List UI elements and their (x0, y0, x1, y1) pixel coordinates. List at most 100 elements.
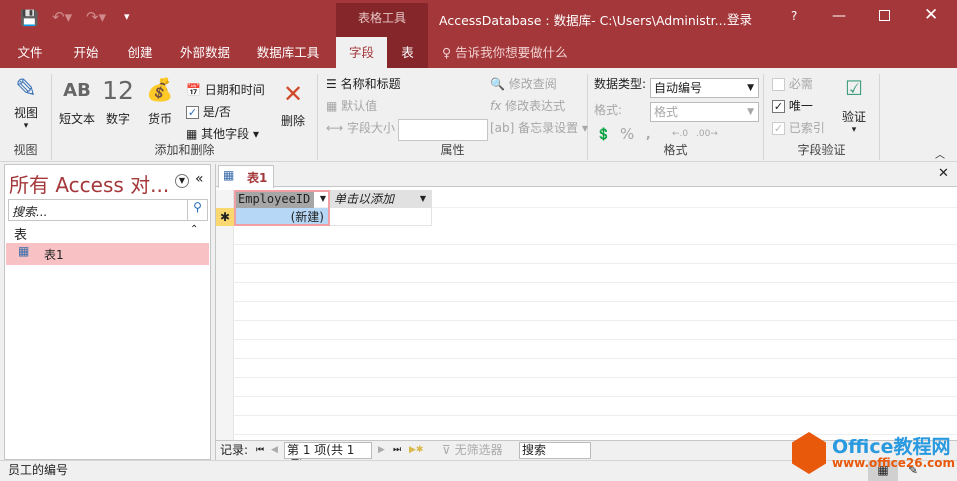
navigation-pane: 所有 Access 对... ▼ « 搜索... ⚲ 表 ⌃ ▦ 表1 (4, 164, 211, 460)
modify-expression-button[interactable]: fx 修改表达式 (490, 96, 565, 116)
group-collapse-icon[interactable]: ⌃ (190, 224, 198, 235)
tab-label: 表1 (247, 171, 268, 185)
row-selector-column (216, 190, 234, 440)
employeeid-column[interactable]: EmployeeID ▼ (新建) (234, 190, 330, 226)
nav-item-label: 表1 (44, 248, 64, 262)
document-tab-table1[interactable]: ▦ 表1 (218, 165, 274, 188)
indexed-checkbox[interactable]: ✓ 已索引 (772, 118, 825, 138)
search-icon[interactable]: ⚲ (187, 200, 207, 220)
view-label: 视图 (13, 106, 38, 120)
yes-no-button[interactable]: ✓ 是/否 (186, 102, 231, 122)
tab-file[interactable]: 文件 (8, 37, 52, 68)
validation-icon: ☑ (845, 76, 863, 100)
group-validation: 必需 ✓ 唯一 ✓ 已索引 ☑ 验证 ▾ 字段验证 (764, 74, 880, 160)
context-tab-label: 表格工具 (336, 3, 428, 37)
window-title: AccessDatabase : 数据库- C:\Users\Administr… (439, 13, 727, 28)
delete-icon: ✕ (282, 80, 304, 108)
modify-lookups-button[interactable]: 🔍 修改查阅 (490, 74, 557, 94)
memo-icon: [ab] (490, 121, 515, 135)
maximize-button[interactable] (879, 10, 890, 21)
required-checkbox[interactable]: 必需 (772, 74, 813, 94)
first-record-icon[interactable]: ⏮ (256, 441, 264, 459)
close-document-icon[interactable]: ✕ (938, 166, 949, 181)
search-input[interactable]: 搜索... (12, 203, 47, 220)
save-icon[interactable]: 💾 (20, 9, 39, 27)
format-label: 格式: (594, 103, 623, 117)
calendar-icon: 📅 (186, 83, 201, 97)
date-time-button[interactable]: 📅 日期和时间 (186, 80, 265, 100)
tab-table[interactable]: 表 (387, 37, 428, 68)
group-label: 格式 (663, 143, 688, 157)
record-label: 记录: (220, 443, 249, 457)
tab-database-tools[interactable]: 数据库工具 (252, 37, 324, 68)
collapse-ribbon-icon[interactable]: ︿ (935, 146, 945, 161)
tab-external-data[interactable]: 外部数据 (175, 37, 235, 68)
tab-fields[interactable]: 字段 (336, 37, 387, 68)
new-record-icon[interactable]: ▶✱ (409, 441, 423, 459)
tab-home[interactable]: 开始 (64, 37, 108, 68)
label: 唯一 (788, 99, 813, 113)
field-size-input[interactable] (398, 119, 488, 141)
number-button[interactable]: 12 数字 (100, 76, 136, 127)
group-label: 字段验证 (797, 143, 846, 157)
currency-icon: 💰 (146, 78, 174, 103)
title-bar: 💾 ↶▾ ↷▾ ▾ 表格工具 AccessDatabase : 数据库- C:\… (0, 0, 957, 37)
close-button[interactable]: ✕ (924, 5, 938, 25)
view-button[interactable]: ✎ 视图 ▾ (6, 74, 46, 131)
next-record-icon[interactable]: ▶ (378, 441, 385, 459)
label: 无筛选器 (454, 443, 503, 457)
label: 默认值 (341, 99, 378, 113)
empty-grid (234, 226, 957, 440)
nav-search-box[interactable]: 搜索... ⚲ (8, 199, 208, 221)
default-value-icon: ▦ (326, 99, 338, 113)
status-text: 员工的编号 (8, 463, 69, 477)
current-record-input[interactable]: 第 1 项(共 1 项) (284, 442, 372, 472)
nav-menu-icon[interactable]: ▼ (175, 174, 189, 188)
data-type-label: 数据类型: (594, 77, 647, 91)
nav-item-table1[interactable]: ▦ 表1 (6, 243, 209, 265)
currency-button[interactable]: 💰 货币 (142, 78, 178, 127)
column-dropdown-icon[interactable]: ▼ (320, 194, 326, 203)
lookup-icon: 🔍 (490, 77, 505, 91)
previous-record-icon[interactable]: ◀ (271, 441, 278, 459)
tell-me-box[interactable]: ♀ 告诉我你想要做什么 (442, 37, 568, 68)
unique-checkbox[interactable]: ✓ 唯一 (772, 96, 813, 116)
customize-qat-icon[interactable]: ▾ (124, 10, 130, 23)
tab-create[interactable]: 创建 (118, 37, 162, 68)
tell-me-text: 告诉我你想要做什么 (455, 45, 568, 60)
label: 备忘录设置 (518, 121, 579, 135)
default-value-button[interactable]: ▦ 默认值 (326, 96, 377, 116)
record-search-input[interactable]: 搜索 (519, 442, 591, 459)
group-label: 视图 (13, 143, 38, 157)
name-caption-button[interactable]: ☰ 名称和标题 (326, 74, 401, 94)
new-record-cell[interactable]: (新建) (236, 208, 328, 224)
watermark-url: www.office26.com (832, 456, 956, 470)
label: 已索引 (788, 121, 825, 135)
column-header-employeeid[interactable]: EmployeeID (236, 192, 314, 208)
new-record-marker: ✱ (216, 208, 234, 226)
table-icon: ▦ (223, 168, 235, 182)
help-button[interactable]: ? (791, 9, 797, 23)
validation-button[interactable]: ☑ 验证 ▾ (836, 76, 872, 135)
login-link[interactable]: 登录 (727, 9, 752, 28)
data-type-select[interactable]: 自动编号 ▼ (650, 78, 759, 98)
nav-pane-title[interactable]: 所有 Access 对... (9, 169, 169, 198)
table-icon: ▦ (18, 244, 30, 258)
watermark-brand: Office教程网 (832, 436, 951, 458)
shutter-collapse-icon[interactable]: « (195, 171, 204, 187)
nav-group-header[interactable]: 表 (14, 224, 27, 243)
format-select[interactable]: 格式 ▼ (650, 102, 759, 122)
undo-icon[interactable]: ↶▾ (52, 8, 72, 26)
column-header-add[interactable]: 单击以添加 ▼ (330, 190, 432, 208)
delete-button[interactable]: ✕ 删除 (276, 80, 310, 129)
redo-icon[interactable]: ↷▾ (86, 8, 106, 26)
filter-icon: ⊽ (442, 443, 451, 457)
last-record-icon[interactable]: ⏭ (393, 441, 401, 459)
field-size-icon: ⟷ (326, 121, 344, 135)
minimize-button[interactable]: — (832, 8, 846, 24)
filter-status[interactable]: ⊽ 无筛选器 (442, 441, 503, 459)
short-text-button[interactable]: AB 短文本 (56, 80, 98, 127)
label: 名称和标题 (340, 77, 401, 91)
label: 必需 (788, 77, 813, 91)
memo-settings-button[interactable]: [ab] 备忘录设置 ▾ (490, 118, 588, 138)
